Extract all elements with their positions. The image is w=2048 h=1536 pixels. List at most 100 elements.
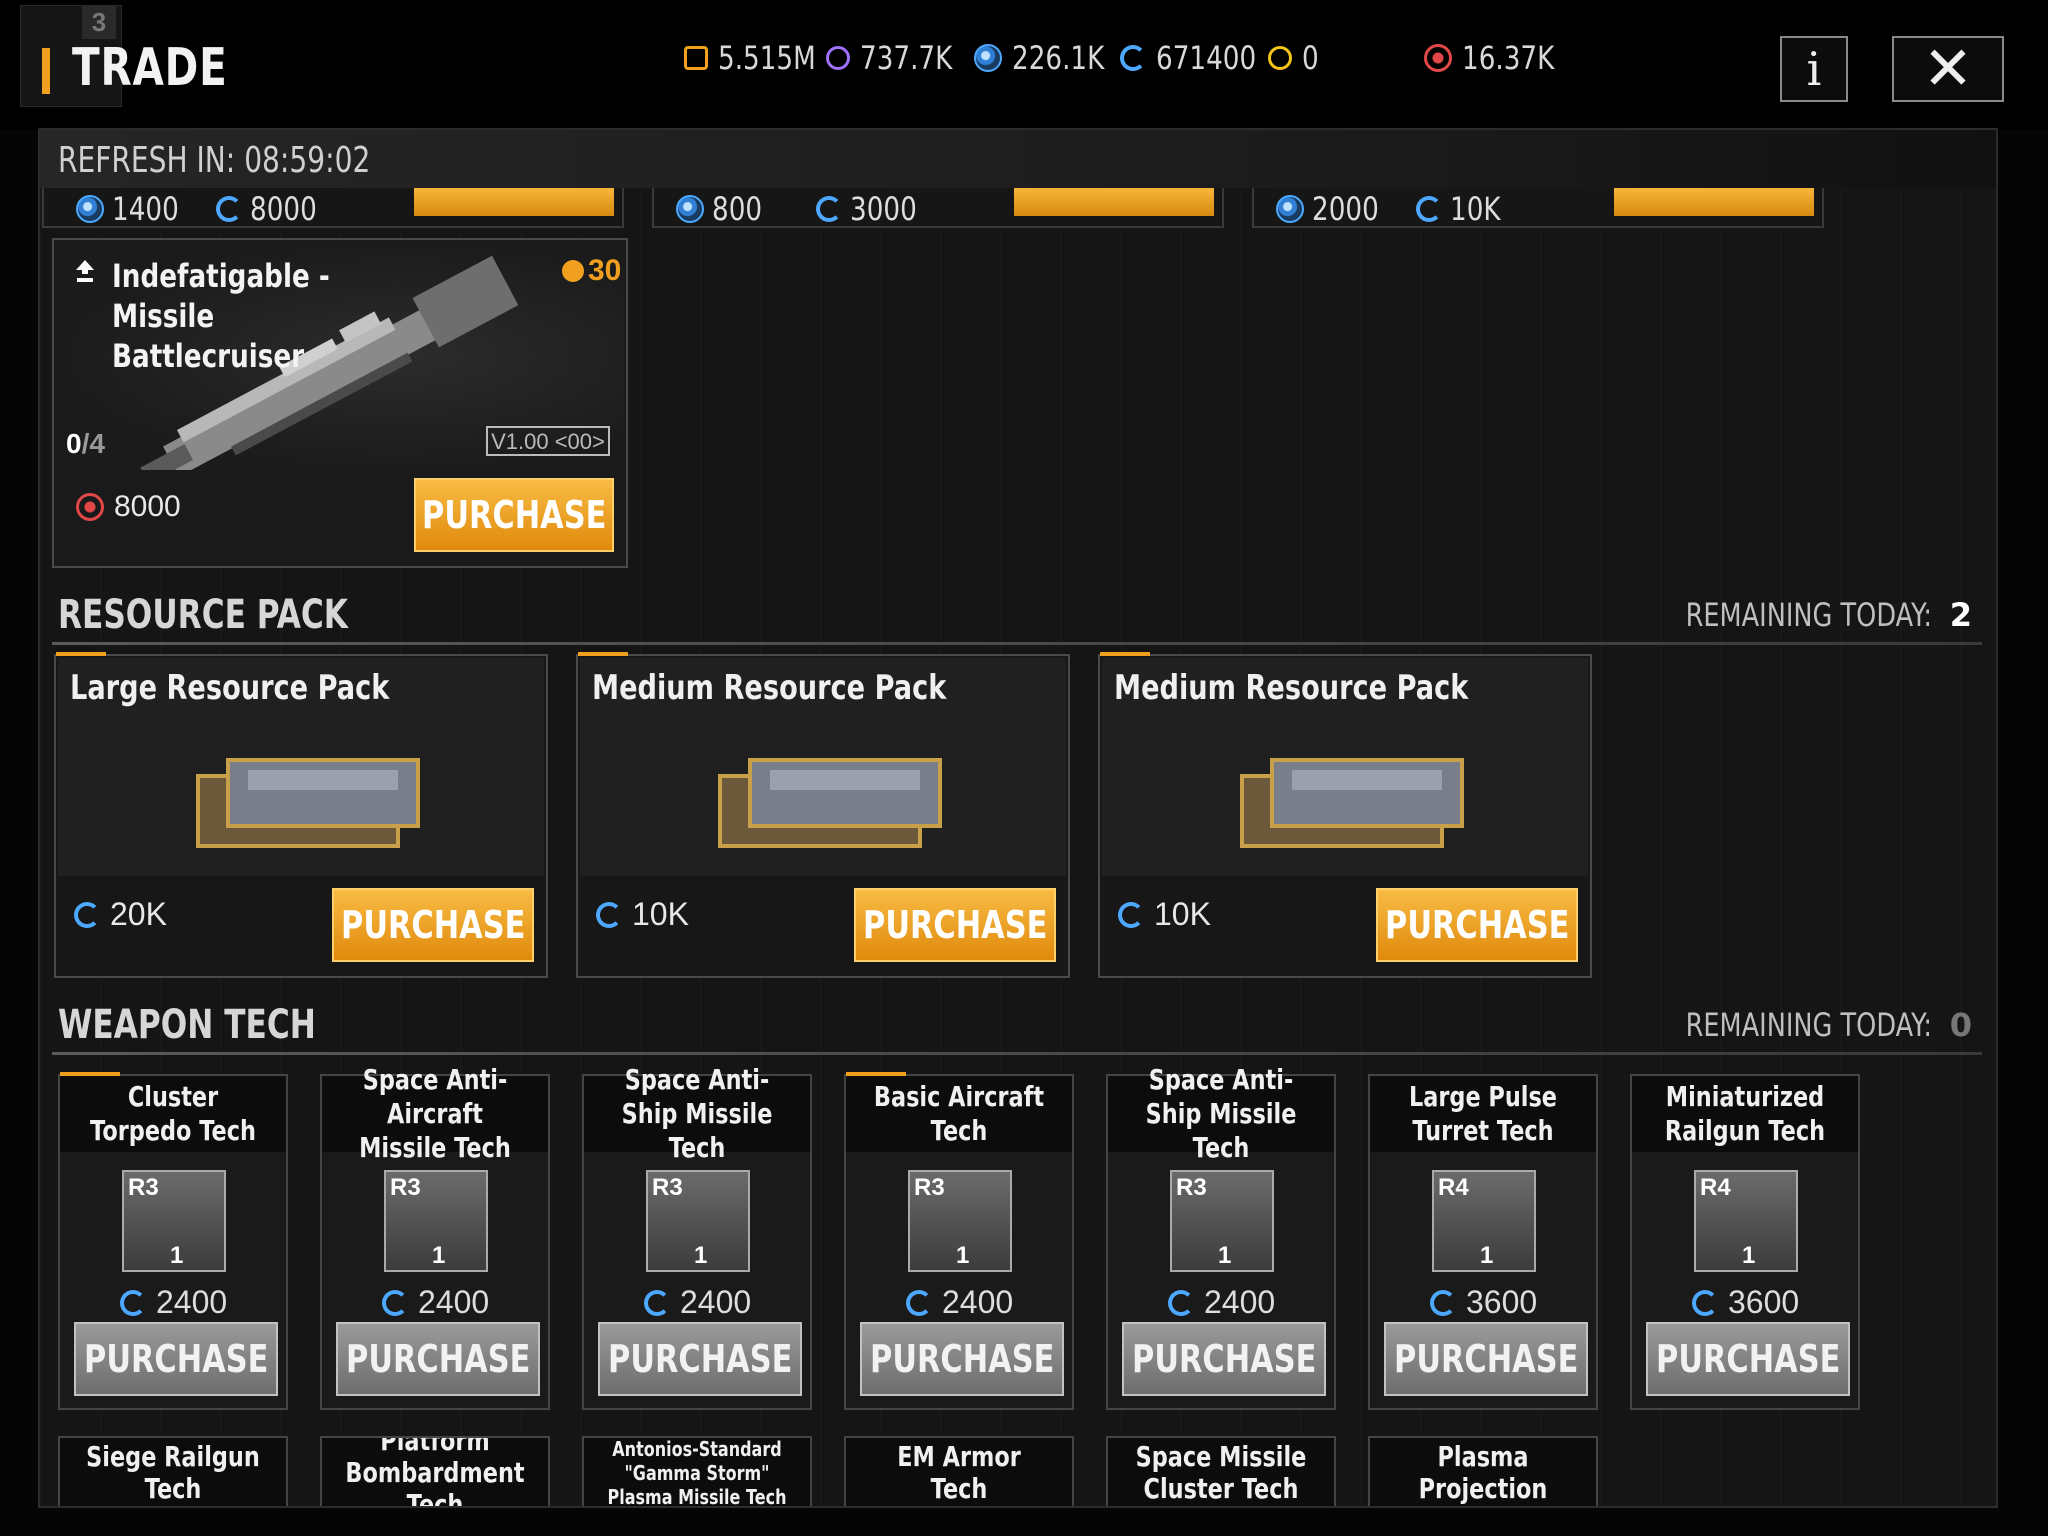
weapon-tech-card[interactable]: Miniaturized Railgun Tech R4 1 3600 PURCH… (1630, 1074, 1860, 1410)
crate-icon (718, 758, 942, 848)
crate-icon (1240, 758, 1464, 848)
credit-blue-icon (76, 195, 104, 223)
ship-level: 30 (562, 254, 621, 288)
clipped-purchase-button[interactable] (414, 188, 614, 216)
tech-name: Cluster Torpedo Tech (60, 1076, 286, 1152)
resource-purchase-button[interactable]: PURCHASE (854, 888, 1056, 962)
resource-price: 20K (74, 896, 167, 933)
aircraft-icon: R3 1 (908, 1170, 1012, 1272)
cycle-blue-icon (1416, 196, 1442, 222)
ship-price: 8000 (76, 490, 181, 524)
resource-purchase-button[interactable]: PURCHASE (1376, 888, 1578, 962)
ship-purchase-button[interactable]: PURCHASE (414, 478, 614, 552)
currency-emblem: 16.37K (1424, 38, 1575, 78)
section-divider (52, 642, 1982, 645)
ship-owned-count: 0/4 (66, 428, 105, 459)
tech-purchase-button[interactable]: PURCHASE (1646, 1322, 1850, 1396)
tech-name: Space Anti-Ship Missile Tech (584, 1063, 810, 1164)
weapon-tech-card[interactable]: Platform Bombardment Tech (320, 1436, 550, 1506)
weapon-tech-card[interactable]: Space Anti-Ship Missile Tech R3 1 2400 PU… (1106, 1063, 1336, 1410)
weapon-tech-card[interactable]: Space Anti-Aircraft Missile Tech R3 1 240… (320, 1063, 550, 1410)
currency-crystal: 737.7K (826, 38, 973, 78)
weapon-tech-card[interactable]: Space Missile Cluster Tech (1106, 1436, 1336, 1506)
resource-remaining: REMAINING TODAY: 2 (1685, 596, 1972, 634)
cycle-blue-icon (74, 901, 100, 928)
resource-pack-card[interactable]: Medium Resource Pack 10K PURCHASE (1098, 652, 1592, 978)
weapon-tech-card[interactable]: Siege Railgun Tech (58, 1436, 288, 1506)
tech-name: Space Anti-Ship Missile Tech (1108, 1063, 1334, 1164)
resource-pack-name: Large Resource Pack (70, 668, 390, 708)
tech-name: Siege Railgun Tech (86, 1440, 260, 1505)
cycle-blue-icon (1430, 1289, 1456, 1316)
weapon-tech-card[interactable]: EM Armor Tech (844, 1436, 1074, 1506)
railgun-icon: R4 1 (1694, 1170, 1798, 1272)
tech-name: Space Missile Cluster Tech (1135, 1440, 1307, 1505)
credit-blue-icon (974, 44, 1002, 72)
tech-purchase-button[interactable]: PURCHASE (336, 1322, 540, 1396)
triangle-orange-icon (684, 46, 708, 70)
cycle-blue-icon (120, 1289, 146, 1316)
tech-purchase-button[interactable]: PURCHASE (1384, 1322, 1588, 1396)
ship-price-value: 8000 (114, 490, 181, 523)
tech-name: Basic Aircraft Tech (846, 1076, 1072, 1152)
currency-value: 16.37K (1462, 39, 1555, 77)
triangle-yellow-icon (1268, 46, 1292, 70)
cycle-blue-icon (816, 196, 842, 222)
weapon-tech-card[interactable]: Miniaturized Plasma Projection Tech (1368, 1436, 1598, 1506)
currency-gold: 0 (1268, 38, 1322, 78)
torpedo-icon: R3 1 (122, 1170, 226, 1272)
tech-name: Large Pulse Turret Tech (1370, 1076, 1596, 1152)
weapon-section-title: WEAPON TECH (58, 1002, 316, 1048)
resource-pack-card[interactable]: Large Resource Pack 20K PURCHASE (54, 652, 548, 978)
missile-icon: R3 1 (646, 1170, 750, 1272)
weapon-tech-card[interactable]: Space Anti-Ship Missile Tech R3 1 2400 PU… (582, 1063, 812, 1410)
resource-purchase-button[interactable]: PURCHASE (332, 888, 534, 962)
info-button[interactable]: i (1780, 36, 1848, 102)
cycle-blue-icon (382, 1289, 408, 1316)
ship-level-value: 30 (588, 254, 622, 287)
currency-value: 0 (1302, 39, 1319, 77)
ship-card[interactable]: Indefatigable - Missile Battlecruiser 30… (52, 238, 628, 568)
tech-price: 3600 (1692, 1284, 1799, 1321)
currency-triangle: 5.515M (684, 38, 837, 78)
resource-pack-name: Medium Resource Pack (1114, 668, 1469, 708)
tech-price: 2400 (382, 1284, 489, 1321)
tech-price: 2400 (906, 1284, 1013, 1321)
credit-blue-icon (676, 195, 704, 223)
weapon-tech-card[interactable]: Basic Aircraft Tech R3 1 2400 PURCHASE (844, 1072, 1074, 1410)
tech-price: 2400 (644, 1284, 751, 1321)
level-icon (562, 260, 584, 282)
tech-purchase-button[interactable]: PURCHASE (1122, 1322, 1326, 1396)
emblem-red-icon (76, 493, 104, 521)
credit-blue-icon (1276, 195, 1304, 223)
tech-name: Space Anti-Aircraft Missile Tech (322, 1063, 548, 1164)
emblem-red-icon (1424, 44, 1452, 72)
trade-panel[interactable]: REFRESH IN: 08:59:02 1400 8000 800 3000 … (38, 128, 1998, 1508)
tech-price: 2400 (120, 1284, 227, 1321)
rank-chevron-icon (76, 260, 94, 282)
missile-icon: R3 1 (384, 1170, 488, 1272)
title-accent (42, 48, 50, 94)
resource-pack-card[interactable]: Medium Resource Pack 10K PURCHASE (576, 652, 1070, 978)
resource-price: 10K (1118, 896, 1211, 933)
missile-icon: R3 1 (1170, 1170, 1274, 1272)
currency-credit: 226.1K (974, 38, 1125, 78)
tech-name: Miniaturized Plasma Projection Tech (1404, 1438, 1562, 1506)
tech-purchase-button[interactable]: PURCHASE (74, 1322, 278, 1396)
tech-purchase-button[interactable]: PURCHASE (598, 1322, 802, 1396)
weapon-tech-card[interactable]: Antonios-Standard "Gamma Storm" Plasma M… (582, 1436, 812, 1508)
crate-icon (196, 758, 420, 848)
cycle-blue-icon (1692, 1289, 1718, 1316)
weapon-tech-card[interactable]: Cluster Torpedo Tech R3 1 2400 PURCHASE (58, 1072, 288, 1410)
notification-badge: 3 (82, 5, 116, 39)
currency-value: 226.1K (1012, 39, 1105, 77)
clipped-purchase-button[interactable] (1614, 188, 1814, 216)
tech-name: Antonios-Standard "Gamma Storm" Plasma M… (607, 1437, 787, 1508)
resource-pack-name: Medium Resource Pack (592, 668, 947, 708)
close-button[interactable]: ✕ (1892, 35, 2004, 102)
weapon-tech-card[interactable]: Large Pulse Turret Tech R4 1 3600 PURCHAS… (1368, 1074, 1598, 1410)
clipped-purchase-button[interactable] (1014, 188, 1214, 216)
turret-icon: R4 1 (1432, 1170, 1536, 1272)
cycle-blue-icon (596, 901, 622, 928)
tech-purchase-button[interactable]: PURCHASE (860, 1322, 1064, 1396)
